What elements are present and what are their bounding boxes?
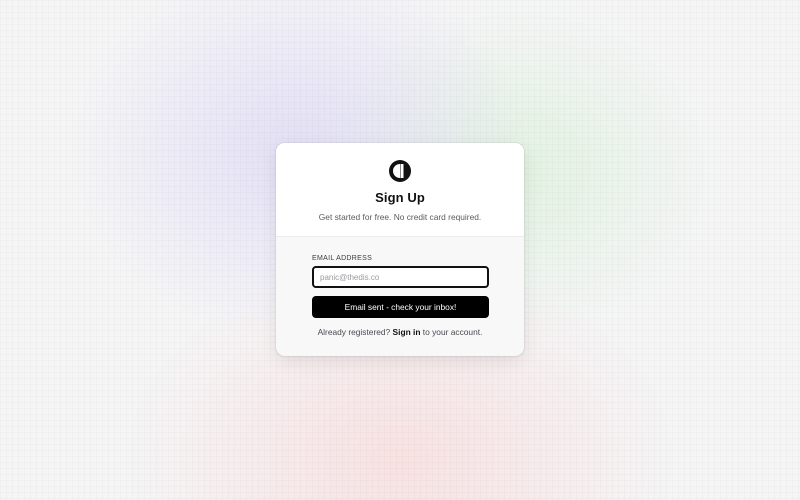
page-subtitle: Get started for free. No credit card req… xyxy=(318,212,482,222)
signin-prompt: Already registered? Sign in to your acco… xyxy=(276,327,524,337)
page-title: Sign Up xyxy=(375,190,425,205)
signin-prompt-prefix: Already registered? xyxy=(317,327,391,337)
signin-prompt-suffix: to your account. xyxy=(422,327,483,337)
brand-logo-icon xyxy=(389,160,411,182)
email-label: EMAIL ADDRESS xyxy=(312,255,373,262)
card-header: Sign Up Get started for free. No credit … xyxy=(276,143,524,237)
signin-link[interactable]: Sign in xyxy=(393,327,421,337)
email-field[interactable] xyxy=(312,266,489,288)
signup-card: Sign Up Get started for free. No credit … xyxy=(276,143,524,356)
submit-button[interactable]: Email sent - check your inbox! xyxy=(312,296,489,318)
